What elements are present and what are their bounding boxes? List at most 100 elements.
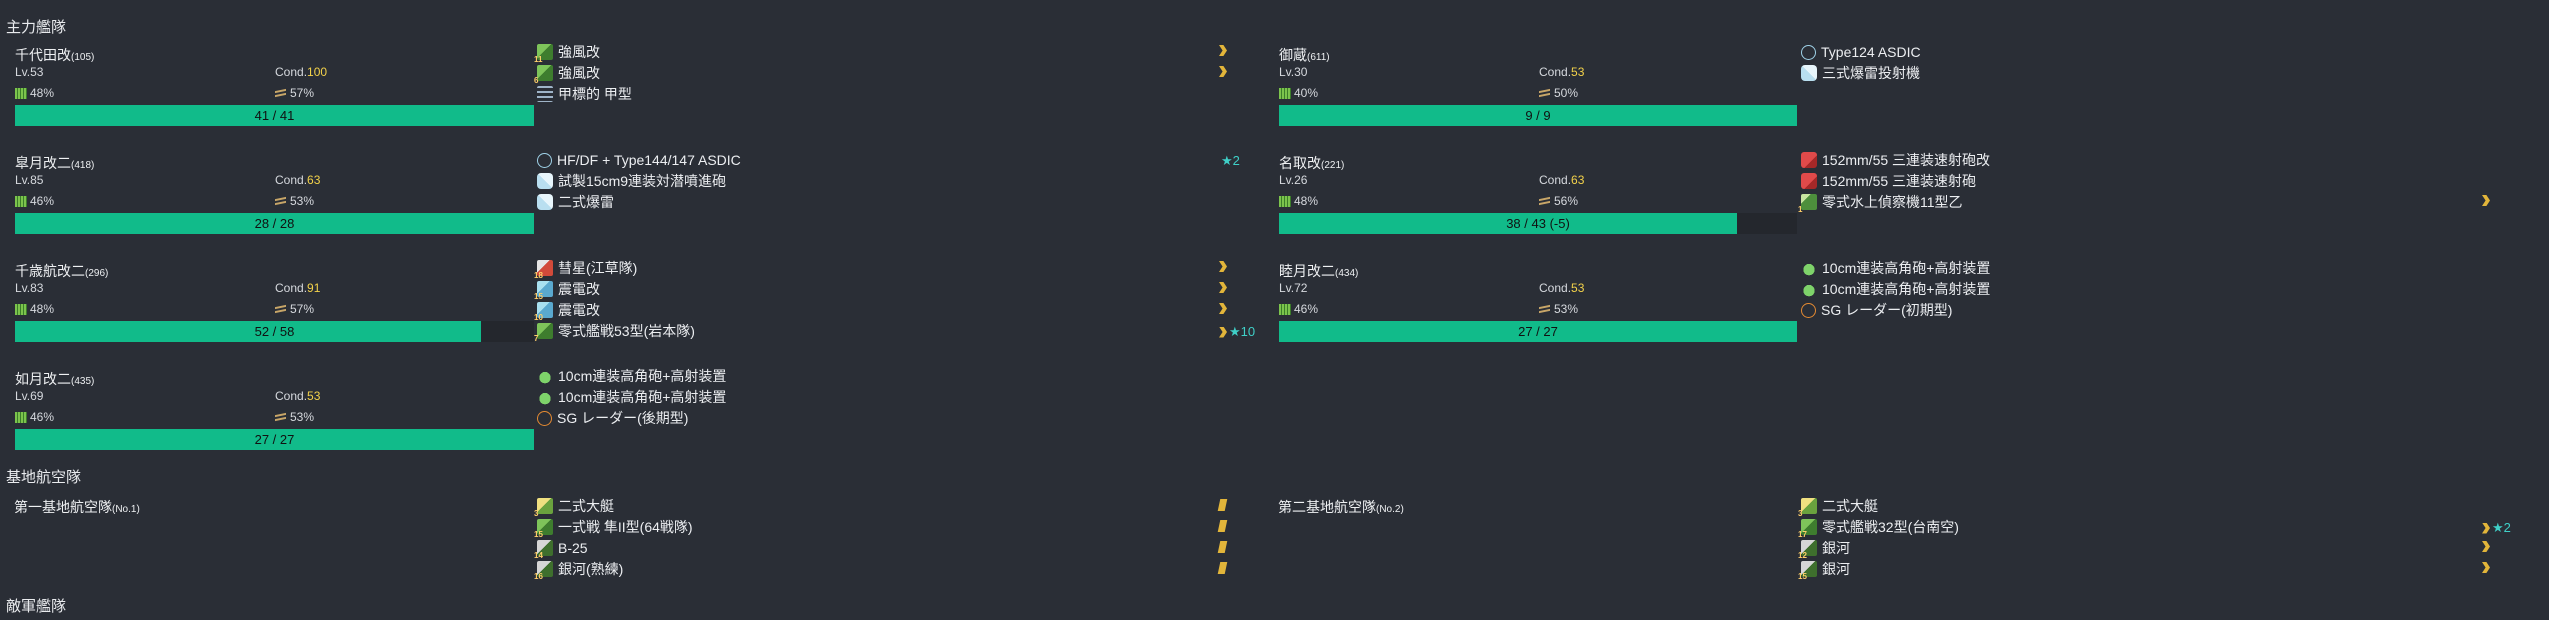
equip-row[interactable]: 16 銀河(熟練) xyxy=(534,559,624,581)
equip-name: HF/DF + Type144/147 ASDIC xyxy=(557,152,741,168)
equip-row[interactable]: 152mm/55 三連装速射砲改 xyxy=(1801,150,1990,170)
equip-row[interactable]: 18 彗星(江草隊) xyxy=(534,258,637,280)
hp-bar: 27 / 27 xyxy=(15,429,534,450)
equip-row[interactable]: Type124 ASDIC xyxy=(1801,42,1921,62)
ship-name: 名取改(221) xyxy=(1279,155,1345,171)
hp-text: 41 / 41 xyxy=(254,108,295,123)
ammo-status: 50% xyxy=(1539,86,1578,100)
green-gun-icon xyxy=(537,389,553,405)
equip-row[interactable]: 6 強風改 xyxy=(534,63,600,85)
ammo-icon xyxy=(275,88,287,98)
ammo-icon xyxy=(275,304,287,314)
ship-level: Lv.69 xyxy=(15,389,44,403)
chevron-proficiency-icon xyxy=(1219,261,1227,272)
bar-proficiency-icon xyxy=(1217,520,1228,532)
red-gun-icon xyxy=(1801,173,1817,189)
equip-row[interactable]: 10 震電改 xyxy=(534,300,600,322)
hp-text: 52 / 58 xyxy=(254,324,295,339)
proficiency xyxy=(1217,520,1228,532)
torpedo-bomber-icon: 15 xyxy=(534,281,553,301)
equip-name: 一式戦 隼II型(64戦隊) xyxy=(558,519,693,535)
ship-condition: Cond.53 xyxy=(1539,65,1585,79)
equip-row[interactable]: 12 銀河 xyxy=(1798,538,1850,560)
improvement-level: ★2 xyxy=(1221,153,1240,168)
ship-condition: Cond.53 xyxy=(1539,281,1585,295)
ammo-icon xyxy=(1539,304,1551,314)
equip-row[interactable]: 三式爆雷投射機 xyxy=(1801,63,1920,83)
ship-level: Lv.26 xyxy=(1279,173,1308,187)
equip-name: 零式艦戦32型(台南空) xyxy=(1822,519,1959,535)
ship-level: Lv.83 xyxy=(15,281,44,295)
equip-row[interactable]: 3 二式大艇 xyxy=(534,496,614,518)
red-gun-icon xyxy=(1801,152,1817,168)
seaplane-icon: 1 xyxy=(1798,194,1817,214)
equip-row[interactable]: 15 銀河 xyxy=(1798,559,1850,581)
equip-row[interactable]: 10cm連装高角砲+高射装置 xyxy=(1801,279,1990,299)
equip-row[interactable]: 15 震電改 xyxy=(534,279,600,301)
bar-proficiency-icon xyxy=(1217,562,1228,574)
chevron-proficiency-icon xyxy=(2482,541,2490,552)
equip-name: 銀河(熟練) xyxy=(558,561,624,577)
proficiency xyxy=(2482,541,2490,552)
equip-row[interactable]: 14 B-25 xyxy=(534,538,588,560)
equip-name: 銀河 xyxy=(1822,540,1850,556)
chevron-proficiency-icon xyxy=(1219,66,1227,77)
slot-count: 16 xyxy=(534,572,543,581)
equip-row[interactable]: 15 一式戦 隼II型(64戦隊) xyxy=(534,517,693,539)
equip-name: Type124 ASDIC xyxy=(1821,44,1921,60)
slot-count: 15 xyxy=(1798,572,1807,581)
ship-card[interactable]: 如月改二(435) Lv.69 Cond.53 46% 53% 27 / 27 xyxy=(7,369,534,469)
equip-row[interactable]: 11 強風改 xyxy=(534,42,600,64)
hp-bar: 27 / 27 xyxy=(1279,321,1797,342)
equip-row[interactable]: 甲標的 甲型 xyxy=(537,84,632,104)
armor-icon xyxy=(537,86,553,102)
ammo-icon xyxy=(1539,196,1551,206)
equip-name: 強風改 xyxy=(558,65,600,81)
equip-row[interactable]: 10cm連装高角砲+高射装置 xyxy=(537,366,726,386)
base-air-title: 基地航空隊 xyxy=(6,469,82,486)
chevron-proficiency-icon xyxy=(2482,522,2490,534)
fuel-icon xyxy=(15,87,27,99)
ship-condition: Cond.53 xyxy=(275,389,321,403)
equip-row[interactable]: 152mm/55 三連装速射砲 xyxy=(1801,171,1976,191)
equip-row[interactable]: 7 零式艦戦53型(岩本隊) xyxy=(534,321,695,343)
equip-row[interactable]: 1 零式水上偵察機11型乙 xyxy=(1798,192,1963,214)
equip-name: 10cm連装高角砲+高射装置 xyxy=(558,368,727,384)
ship-card[interactable]: 千歳航改二(296) Lv.83 Cond.91 48% 57% 52 / 58 xyxy=(7,261,534,361)
fighter-icon: 7 xyxy=(534,323,553,343)
slot-count: 7 xyxy=(534,334,539,343)
ship-name: 千歳航改二(296) xyxy=(15,263,109,279)
chevron-proficiency-icon xyxy=(1219,282,1227,293)
ship-condition: Cond.63 xyxy=(275,173,321,187)
fuel-icon xyxy=(1279,303,1291,315)
ship-card[interactable]: 千代田改(105) Lv.53 Cond.100 48% 57% 41 / 41 xyxy=(7,45,534,145)
ship-card[interactable]: 睦月改二(434) Lv.72 Cond.53 46% 53% 27 / 27 xyxy=(1271,261,1797,361)
equip-row[interactable]: 10cm連装高角砲+高射装置 xyxy=(1801,258,1990,278)
enemy-fleet-title: 敵軍艦隊 xyxy=(6,598,67,615)
improvement-level: ★2 xyxy=(2492,520,2511,535)
ship-card[interactable]: 皐月改二(418) Lv.85 Cond.63 46% 53% 28 / 28 xyxy=(7,153,534,253)
ammo-status: 56% xyxy=(1539,194,1578,208)
ship-card[interactable]: 名取改(221) Lv.26 Cond.63 48% 56% 38 / 43 (-5) xyxy=(1271,153,1797,253)
sonar-icon xyxy=(1801,44,1816,60)
proficiency xyxy=(1217,499,1228,511)
equip-row[interactable]: SG レーダー(後期型) xyxy=(537,408,688,428)
equip-row[interactable]: HF/DF + Type144/147 ASDIC xyxy=(537,150,741,170)
hp-bar: 41 / 41 xyxy=(15,105,534,126)
ammo-status: 53% xyxy=(275,410,314,424)
green-gun-icon xyxy=(1801,260,1817,276)
ship-card[interactable]: 御蔵(611) Lv.30 Cond.53 40% 50% 9 / 9 xyxy=(1271,45,1797,145)
hp-bar: 28 / 28 xyxy=(15,213,534,234)
equip-row[interactable]: 10cm連装高角砲+高射装置 xyxy=(537,387,726,407)
equip-row[interactable]: 17 零式艦戦32型(台南空) xyxy=(1798,517,1959,539)
equip-name: 零式水上偵察機11型乙 xyxy=(1822,194,1963,210)
fuel-icon xyxy=(15,303,27,315)
torpedo-bomber-icon: 10 xyxy=(534,302,553,322)
equip-row[interactable]: 3 二式大艇 xyxy=(1798,496,1878,518)
ammo-status: 53% xyxy=(1539,302,1578,316)
equip-row[interactable]: SG レーダー(初期型) xyxy=(1801,300,1952,320)
equip-row[interactable]: 二式爆雷 xyxy=(537,192,614,212)
depth-charge-icon xyxy=(537,173,553,189)
equip-row[interactable]: 試製15cm9連装対潜噴進砲 xyxy=(537,171,726,191)
ship-name: 如月改二(435) xyxy=(15,371,95,387)
